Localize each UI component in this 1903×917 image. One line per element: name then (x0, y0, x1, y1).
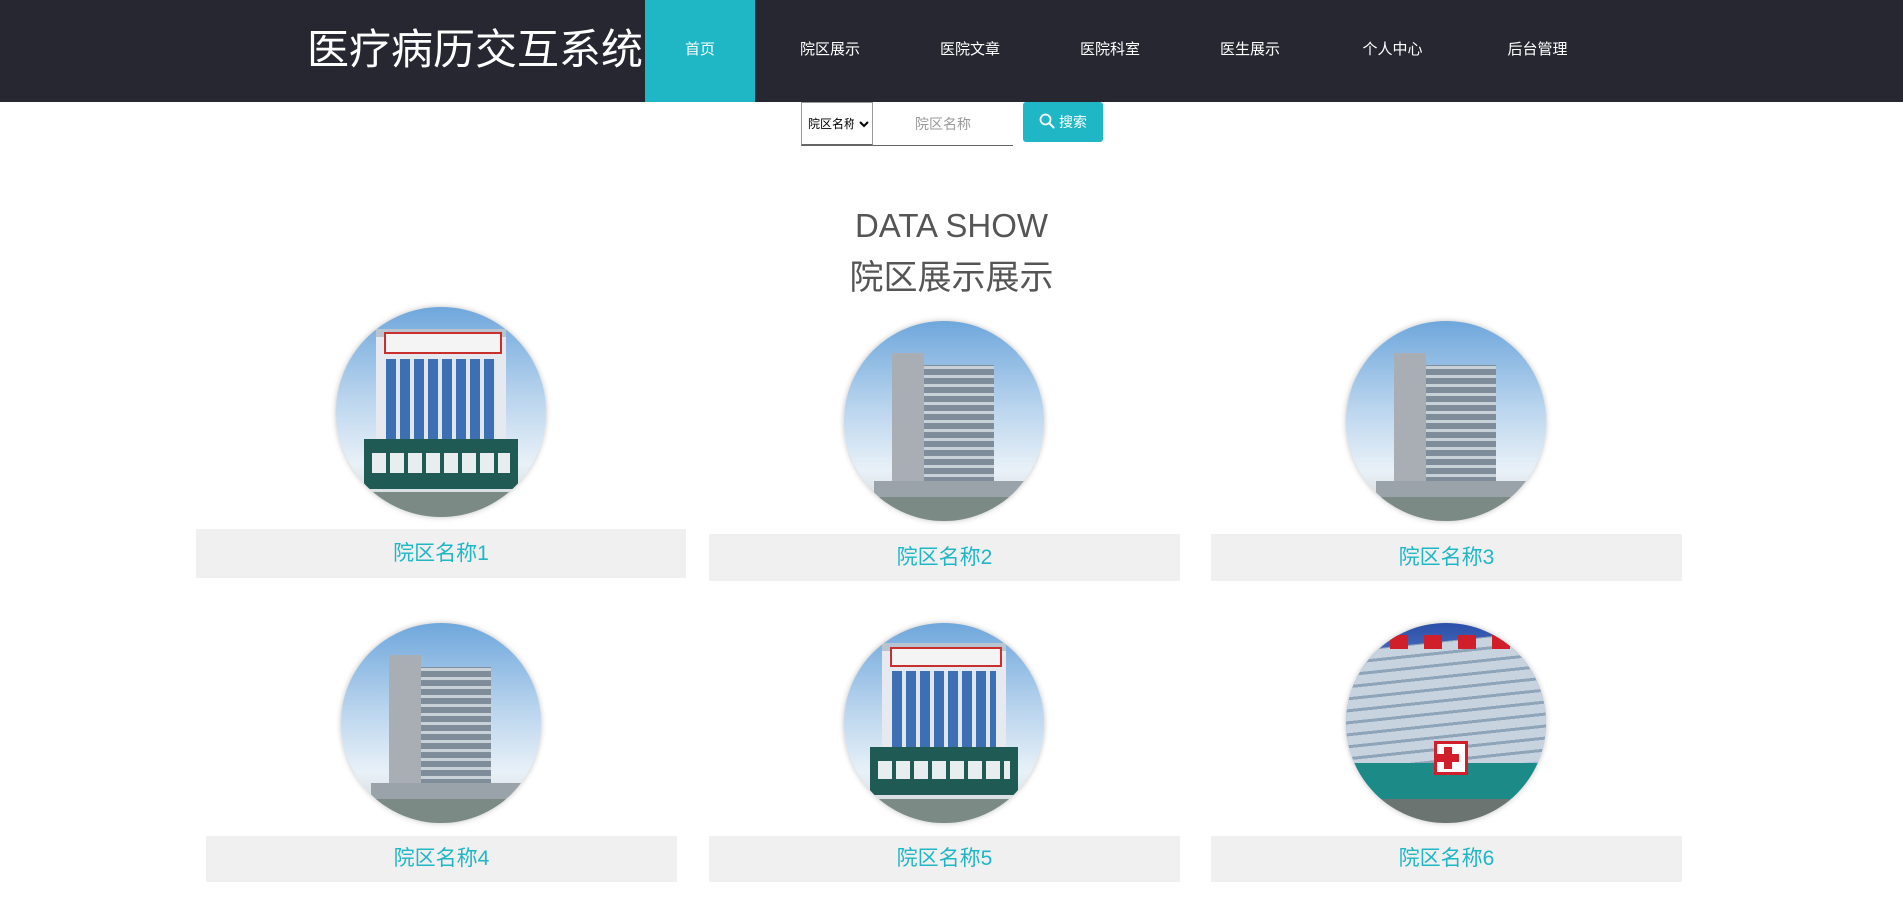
campus-name: 院区名称5 (709, 836, 1180, 882)
search-icon (1039, 113, 1055, 132)
top-navigation-bar: 医疗病历交互系统 首页 院区展示 医院文章 医院科室 医生展示 个人中心 后台管… (0, 0, 1903, 102)
nav-item-hospital-articles[interactable]: 医院文章 (905, 0, 1035, 102)
campus-photo (1346, 623, 1546, 823)
nav-item-departments[interactable]: 医院科室 (1035, 0, 1185, 102)
search-field-select[interactable]: 院区名称 (801, 102, 873, 146)
campus-card[interactable]: 院区名称5 (709, 623, 1180, 882)
search-input[interactable] (873, 102, 1013, 146)
nav-item-admin[interactable]: 后台管理 (1470, 0, 1605, 102)
section-title-en: DATA SHOW (854, 207, 1049, 244)
campus-photo (1346, 321, 1546, 521)
campus-card[interactable]: 院区名称3 (1211, 321, 1682, 581)
nav-item-personal-center[interactable]: 个人中心 (1315, 0, 1470, 102)
campus-card[interactable]: 院区名称4 (206, 623, 677, 882)
search-button[interactable]: 搜索 (1023, 102, 1103, 142)
campus-photo (336, 307, 546, 517)
nav-item-campus-display[interactable]: 院区展示 (755, 0, 905, 102)
campus-photo (844, 623, 1044, 823)
campus-card[interactable]: 院区名称1 (196, 307, 686, 578)
campus-name: 院区名称4 (206, 836, 677, 882)
campus-photo (844, 321, 1044, 521)
campus-name: 院区名称2 (709, 534, 1180, 581)
site-title: 医疗病历交互系统 (307, 26, 644, 73)
main-nav: 首页 院区展示 医院文章 医院科室 医生展示 个人中心 后台管理 (645, 0, 1605, 102)
campus-name: 院区名称6 (1211, 836, 1682, 882)
search-button-label: 搜索 (1059, 114, 1087, 130)
nav-item-doctor-display[interactable]: 医生展示 (1185, 0, 1315, 102)
campus-card[interactable]: 院区名称6 (1211, 623, 1682, 882)
campus-photo (341, 623, 541, 823)
campus-name: 院区名称1 (196, 529, 686, 578)
campus-card[interactable]: 院区名称2 (709, 321, 1180, 581)
campus-name: 院区名称3 (1211, 534, 1682, 581)
section-title-cn: 院区展示展示 (849, 259, 1054, 297)
nav-item-home[interactable]: 首页 (645, 0, 755, 102)
